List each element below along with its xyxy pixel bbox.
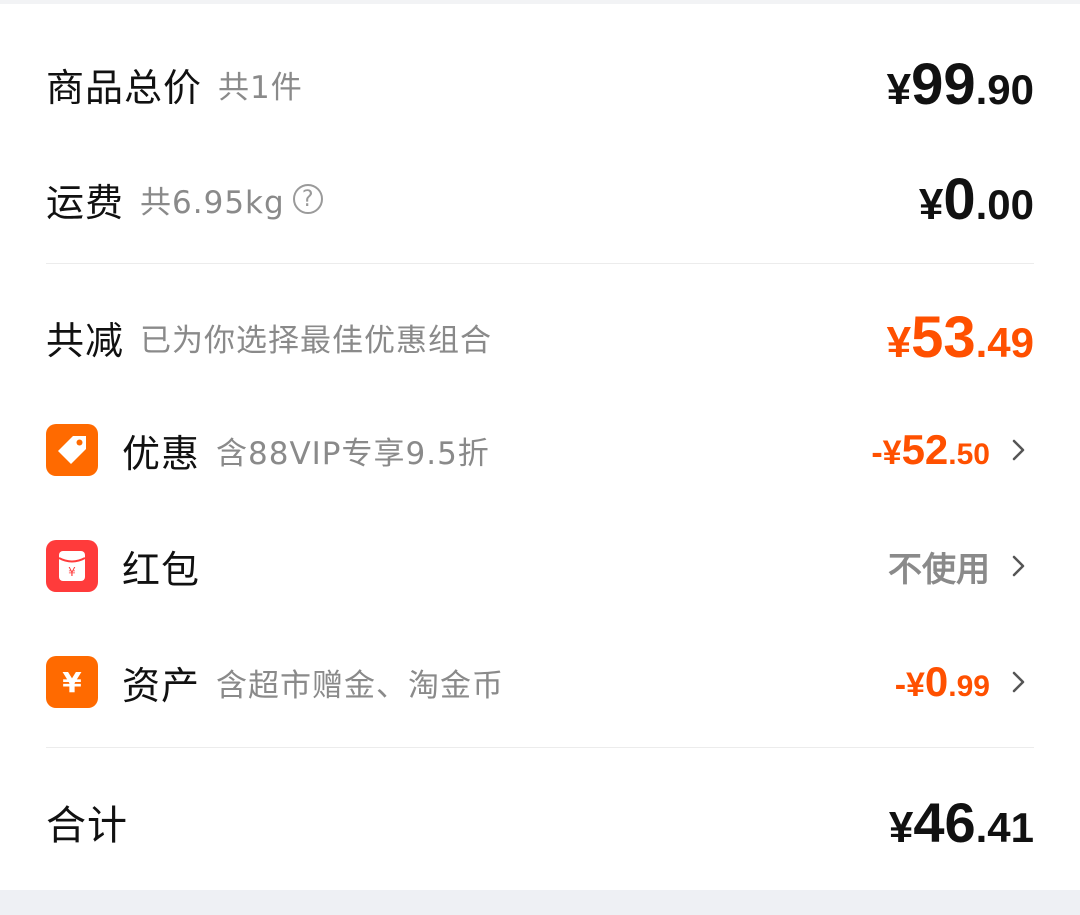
amount-decimal: .50	[948, 438, 990, 471]
chevron-right-icon[interactable]	[1004, 551, 1034, 581]
shipping-amount: ¥ 0 .00	[919, 166, 1034, 233]
divider	[46, 263, 1034, 264]
assets-note: 含超市赠金、淘金币	[216, 667, 505, 704]
amount-decimal: .99	[948, 670, 990, 703]
shipping-weight: 共6.95kg	[140, 184, 285, 221]
shipping-label: 运费	[46, 180, 125, 225]
currency-symbol: ¥	[918, 179, 944, 229]
amount-decimal: .00	[975, 180, 1034, 228]
coupon-row[interactable]: 优惠 含88VIP专享9.5折 -¥ 52 .50	[46, 422, 1034, 478]
amount-prefix: -¥	[871, 434, 902, 472]
amount-prefix: -¥	[894, 666, 925, 704]
discount-total-label: 共减	[46, 318, 125, 363]
order-summary-card: 商品总价 共1件 ¥ 99 .90 运费 共6.95kg ? ¥ 0 .00 共…	[0, 4, 1080, 890]
chevron-right-icon[interactable]	[1004, 435, 1034, 465]
divider	[46, 747, 1034, 748]
assets-label: 资产	[122, 663, 201, 708]
grand-total-amount: ¥ 46 .41	[889, 790, 1034, 855]
help-icon[interactable]: ?	[292, 184, 323, 214]
red-envelope-value: 不使用	[888, 550, 990, 589]
discount-total-amount: ¥ 53 .49	[887, 304, 1034, 371]
amount-integer: 0	[924, 658, 949, 705]
grand-total-row: 合计 ¥ 46 .41	[46, 790, 1034, 854]
coupon-label: 优惠	[122, 431, 201, 476]
svg-text:¥: ¥	[62, 666, 82, 698]
goods-total-label: 商品总价	[46, 65, 203, 110]
coupon-amount: -¥ 52 .50	[871, 426, 990, 474]
red-envelope-icon: ¥	[46, 540, 98, 592]
amount-integer: 52	[901, 426, 949, 473]
bottom-strip	[0, 890, 1080, 915]
amount-integer: 53	[911, 304, 976, 370]
tag-icon	[46, 424, 98, 476]
discount-total-row: 共减 已为你选择最佳优惠组合 ¥ 53 .49	[46, 305, 1034, 370]
amount-decimal: .90	[975, 65, 1034, 113]
currency-symbol: ¥	[888, 802, 914, 852]
coupon-note: 含88VIP专享9.5折	[216, 435, 490, 472]
svg-text:¥: ¥	[68, 565, 76, 579]
goods-count: 共1件	[218, 69, 303, 106]
amount-integer: 0	[943, 166, 976, 232]
shipping-row: 运费 共6.95kg ? ¥ 0 .00	[46, 167, 1034, 232]
goods-total-amount: ¥ 99 .90	[887, 51, 1034, 118]
currency-symbol: ¥	[886, 317, 912, 367]
red-envelope-label: 红包	[122, 547, 201, 592]
goods-total-row: 商品总价 共1件 ¥ 99 .90	[46, 52, 1034, 117]
red-envelope-row[interactable]: ¥ 红包 不使用	[46, 538, 1034, 594]
amount-integer: 99	[911, 51, 976, 117]
chevron-right-icon[interactable]	[1004, 667, 1034, 697]
yen-icon: ¥	[46, 656, 98, 708]
assets-row[interactable]: ¥ 资产 含超市赠金、淘金币 -¥ 0 .99	[46, 654, 1034, 710]
amount-integer: 46	[913, 790, 976, 854]
amount-decimal: .49	[975, 318, 1034, 366]
amount-decimal: .41	[975, 803, 1034, 851]
assets-amount: -¥ 0 .99	[895, 658, 990, 706]
grand-total-label: 合计	[46, 803, 128, 849]
currency-symbol: ¥	[886, 64, 912, 114]
discount-note: 已为你选择最佳优惠组合	[140, 322, 493, 359]
